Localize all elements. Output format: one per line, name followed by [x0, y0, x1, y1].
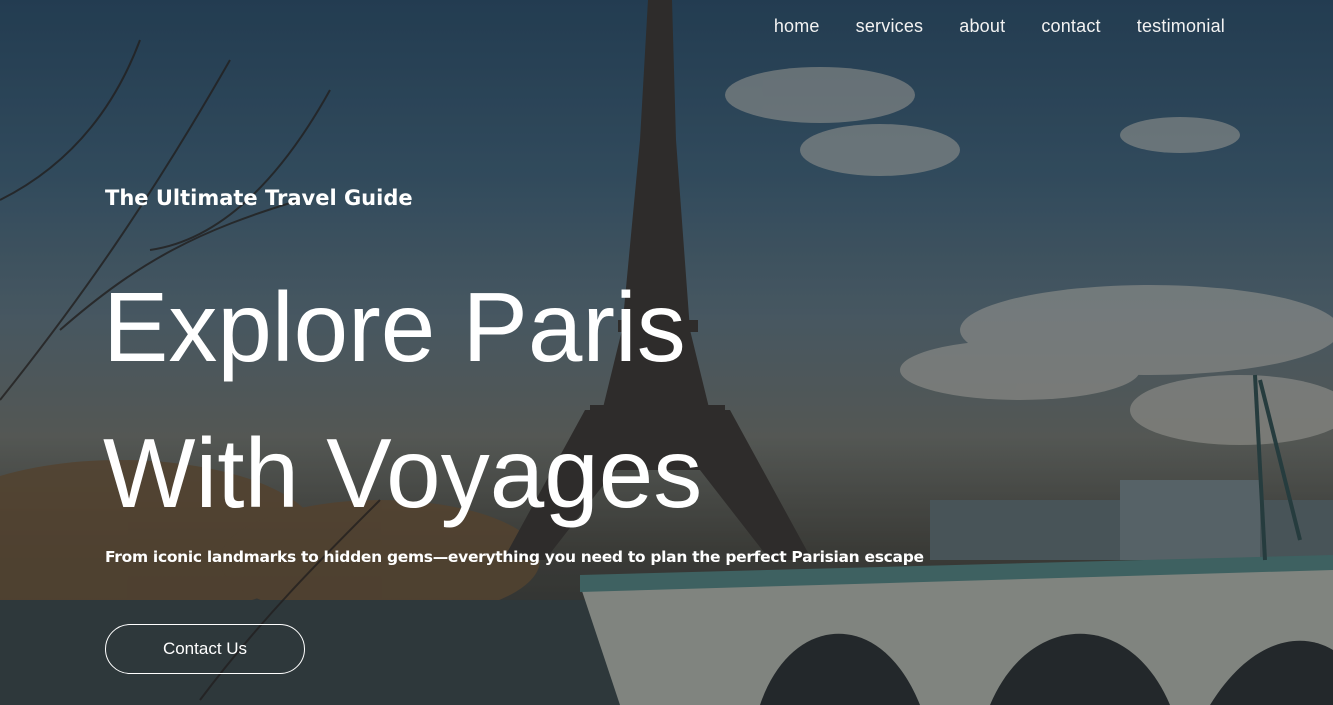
top-navigation: home services about contact testimonial	[774, 16, 1225, 37]
nav-link-about[interactable]: about	[959, 16, 1005, 37]
contact-us-button[interactable]: Contact Us	[105, 624, 305, 674]
nav-link-home[interactable]: home	[774, 16, 820, 37]
hero-content: The Ultimate Travel Guide Explore Paris …	[103, 186, 924, 674]
hero-subline: From iconic landmarks to hidden gems—eve…	[105, 548, 924, 566]
nav-link-testimonial[interactable]: testimonial	[1137, 16, 1225, 37]
hero-eyebrow: The Ultimate Travel Guide	[105, 186, 413, 210]
hero-headline-line1: Explore Paris	[103, 272, 686, 382]
nav-link-contact[interactable]: contact	[1041, 16, 1100, 37]
nav-link-services[interactable]: services	[856, 16, 924, 37]
hero-headline: Explore Paris With Voyages	[103, 254, 702, 546]
hero-headline-line2: With Voyages	[103, 418, 703, 528]
